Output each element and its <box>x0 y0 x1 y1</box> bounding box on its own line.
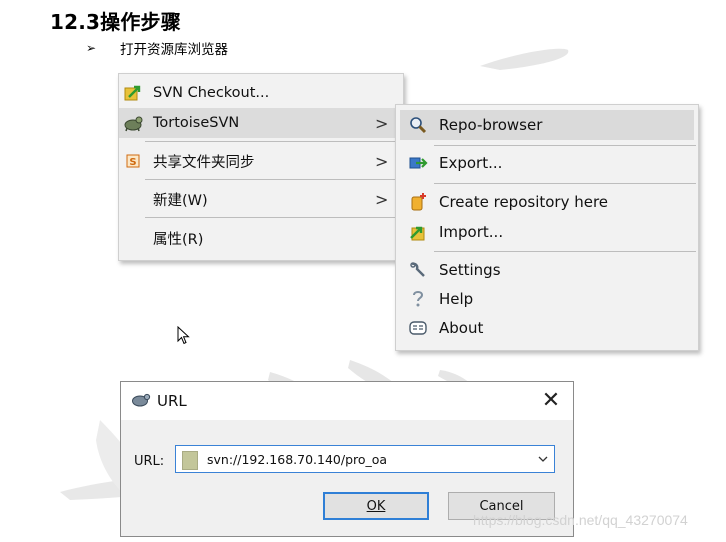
menu-item-label: 属性(R) <box>153 231 204 248</box>
watermark-url: https://blog.csdn.net/qq_43270074 <box>473 512 688 528</box>
export-icon <box>408 153 428 173</box>
about-icon <box>408 318 428 338</box>
menu-item-new[interactable]: 新建(W) > <box>119 184 403 214</box>
close-icon[interactable]: ✕ <box>538 388 564 414</box>
tortoisesvn-icon <box>131 391 151 413</box>
submenu-item-label: Export... <box>439 154 503 172</box>
menu-item-label: 新建(W) <box>153 192 208 209</box>
url-label: URL: <box>134 454 165 469</box>
submenu-divider <box>434 183 696 184</box>
url-history-icon <box>182 451 198 470</box>
tortoisesvn-icon <box>123 113 143 133</box>
submenu-item-import[interactable]: Import... <box>396 217 696 247</box>
submenu-divider <box>434 145 696 146</box>
chevron-down-icon[interactable] <box>537 453 549 465</box>
chevron-right-icon: > <box>375 151 389 171</box>
submenu-item-repo-browser[interactable]: Repo-browser <box>400 110 694 140</box>
submenu-item-settings[interactable]: Settings <box>396 255 696 285</box>
ok-button-label: OK <box>366 498 386 514</box>
url-value[interactable]: svn://192.168.70.140/pro_oa <box>207 452 387 467</box>
chevron-right-icon: > <box>375 189 389 209</box>
dialog-title: URL <box>157 392 187 410</box>
submenu-item-label: About <box>439 319 484 337</box>
menu-divider <box>145 141 403 142</box>
create-repository-icon <box>408 192 428 212</box>
menu-item-properties[interactable]: 属性(R) <box>119 223 403 253</box>
help-icon <box>408 289 428 309</box>
submenu-item-label: Settings <box>439 261 501 279</box>
bullet-line: ➢ 打开资源库浏览器 <box>86 38 228 58</box>
submenu-item-label: Create repository here <box>439 193 609 211</box>
context-menu: SVN Checkout... TortoiseSVN > S 共享文件夹同步 … <box>118 73 404 261</box>
url-combobox[interactable]: svn://192.168.70.140/pro_oa <box>175 445 555 473</box>
menu-item-tortoisesvn[interactable]: TortoiseSVN > <box>119 108 403 138</box>
submenu-item-label: Help <box>439 290 474 308</box>
submenu-item-export[interactable]: Export... <box>396 148 696 178</box>
tortoisesvn-submenu: Repo-browser Export... Create repository… <box>395 104 699 351</box>
menu-item-share-sync[interactable]: S 共享文件夹同步 > <box>119 146 403 176</box>
mouse-cursor-icon <box>177 326 190 345</box>
bullet-text: 打开资源库浏览器 <box>120 42 228 58</box>
menu-item-label: SVN Checkout... <box>153 85 270 101</box>
submenu-divider <box>434 251 696 252</box>
submenu-item-help[interactable]: Help <box>396 284 696 314</box>
menu-item-svn-checkout[interactable]: SVN Checkout... <box>119 78 403 108</box>
submenu-item-about[interactable]: About <box>396 313 696 343</box>
svg-text:S: S <box>129 157 136 168</box>
menu-item-label: TortoiseSVN <box>153 115 240 131</box>
dialog-titlebar[interactable]: URL ✕ <box>121 382 573 420</box>
menu-divider <box>145 179 403 180</box>
section-heading: 12.3操作步骤 <box>50 10 181 34</box>
submenu-item-create-repository[interactable]: Create repository here <box>396 187 696 217</box>
share-sync-icon: S <box>123 151 143 171</box>
menu-divider <box>145 217 403 218</box>
chevron-right-icon: > <box>375 113 389 133</box>
settings-icon <box>408 260 428 280</box>
svn-checkout-icon <box>123 83 143 103</box>
submenu-item-label: Import... <box>439 223 504 241</box>
import-icon <box>408 222 428 242</box>
submenu-item-label: Repo-browser <box>439 116 543 134</box>
repo-browser-icon <box>408 115 428 135</box>
bullet-arrow-icon: ➢ <box>86 41 97 55</box>
ok-button[interactable]: OK <box>323 492 429 520</box>
menu-item-label: 共享文件夹同步 <box>153 154 255 171</box>
